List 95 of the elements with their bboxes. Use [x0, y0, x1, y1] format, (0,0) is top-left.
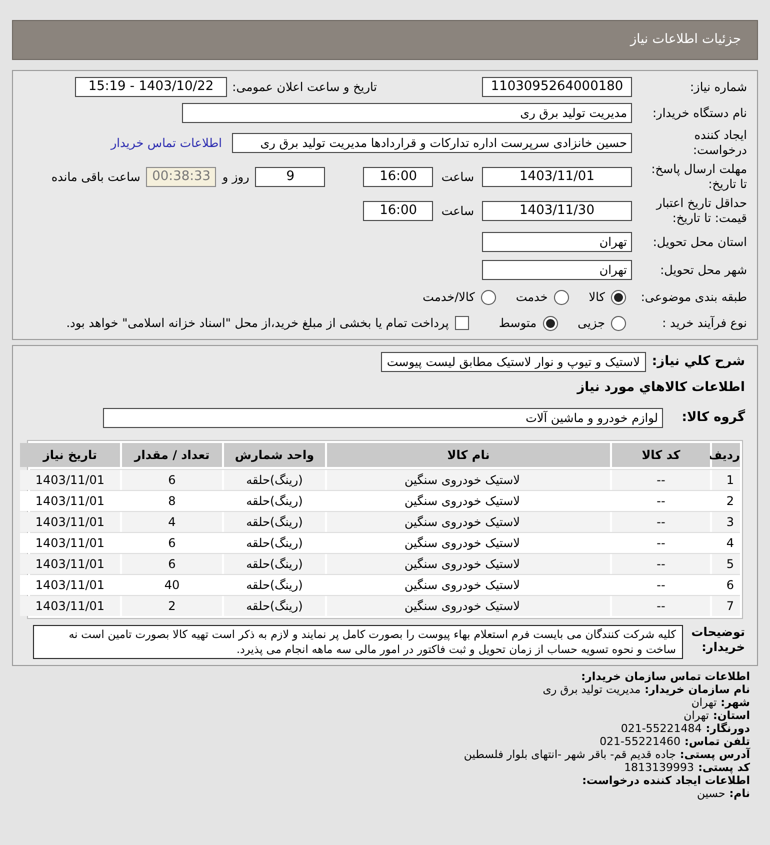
notes-box: کلیه شرکت کنندگان می بایست فرم استعلام بهاء پیوست را بصورت کامل پر نمایند و لازم به ذکر است تهیه کالا بصورت تامین است نه ساخت و نحوه تسویه حساب از زمان تحویل و ثبت فاکتور در امور مالی سه ماهه انجام می پذیرد.	[33, 624, 683, 658]
table-cell: 3	[712, 512, 740, 532]
table-cell: 2	[122, 596, 222, 616]
text-field[interactable]: لاستیک و تیوپ و نوار لاستیک مطابق لیست پیوست	[380, 352, 646, 372]
option-label: کالا	[588, 289, 605, 306]
field-label: تلفن تماس:	[684, 734, 750, 748]
option-label: متوسط	[498, 315, 537, 332]
text-field[interactable]: لوازم خودرو و ماشین آلات	[103, 408, 663, 428]
field-label: ساعت	[441, 203, 474, 220]
field-label: تاریخ و ساعت اعلان عمومی:	[231, 80, 377, 94]
table-cell: (رینگ)حلقه	[224, 554, 325, 574]
field-label: حداقل تاریخ اعتبار قیمت: تا تاریخ:	[654, 196, 747, 226]
table-cell: 5	[712, 554, 740, 574]
table-cell: (رینگ)حلقه	[224, 596, 325, 616]
field-label: شهر محل تحویل:	[659, 262, 747, 278]
column-header: کد کالا	[612, 442, 710, 466]
table-cell: (رینگ)حلقه	[224, 470, 325, 490]
table-cell: 1	[712, 470, 740, 490]
text-field[interactable]: مدیریت تولید برق ری	[182, 103, 632, 123]
field-label: مهلت ارسال پاسخ: تا تاریخ:	[650, 162, 747, 192]
column-header: تاریخ نیاز	[20, 442, 120, 466]
table-cell: --	[612, 470, 710, 490]
field-value: تهران	[691, 696, 717, 708]
checkbox[interactable]	[454, 316, 469, 330]
table-cell: 6	[122, 470, 222, 490]
field-label: دورنگار:	[706, 722, 750, 734]
field-label: طبقه بندی موضوعی:	[640, 290, 747, 304]
option-label: جزیی	[578, 315, 605, 332]
table-cell: 6	[122, 554, 222, 574]
table-cell: 1403/11/01	[20, 512, 120, 532]
table-cell: --	[612, 512, 710, 532]
field-label: شرح کلي نياز:	[652, 353, 745, 372]
field-value: تهران	[684, 708, 709, 722]
text-field[interactable]: 16:00	[363, 201, 434, 221]
radio-button[interactable]	[554, 290, 569, 304]
text-field[interactable]: 1103095264000180	[482, 77, 632, 97]
table-cell: --	[612, 596, 710, 616]
section-title: اطلاعات کالاهاي مورد نياز	[576, 379, 745, 397]
field-label: شهر:	[720, 696, 750, 708]
field-label: نام:	[729, 786, 750, 800]
text-field[interactable]: 1403/10/22 - 15:19	[75, 77, 227, 97]
field-label: روز و	[222, 169, 250, 186]
table-cell: لاستیک خودروی سنگین	[327, 512, 610, 532]
table-cell: لاستیک خودروی سنگین	[327, 596, 610, 616]
field-label: استان محل تحویل:	[652, 234, 747, 250]
field-label: ایجاد کننده درخواست:	[692, 128, 747, 158]
table-cell: لاستیک خودروی سنگین	[327, 470, 610, 490]
field-label: ساعت	[441, 169, 474, 186]
table-cell: --	[612, 554, 710, 574]
checkbox-label: پرداخت تمام یا بخشی از مبلغ خرید،از محل "اسناد خزانه اسلامی" خواهد بود.	[66, 315, 449, 332]
field-value: جاده قدیم قم- باقر شهر -انتهای بلوار فلسطین	[464, 748, 676, 760]
text-field[interactable]: تهران	[482, 232, 632, 252]
table-cell: (رینگ)حلقه	[224, 512, 325, 532]
field-value: 021-55221460	[600, 734, 681, 748]
column-header: واحد شمارش	[224, 442, 325, 466]
field-label: نوع فرآیند خرید :	[661, 316, 747, 330]
table-cell: 1403/11/01	[20, 596, 120, 616]
field-value: 1813139993	[624, 760, 694, 774]
table-cell: 1403/11/01	[20, 470, 120, 490]
option-label: کالا/خدمت	[422, 289, 475, 306]
text-field[interactable]: حسین خانزادی سرپرست اداره تدارکات و قراردادها مدیریت تولید برق ری	[232, 133, 632, 153]
field-value: 021-55221484	[620, 722, 702, 734]
text-field[interactable]: تهران	[482, 260, 632, 280]
field-label: آدرس پستی:	[680, 748, 750, 760]
text-field[interactable]: 1403/11/30	[482, 201, 632, 221]
text-field[interactable]: 1403/11/01	[482, 167, 632, 187]
radio-button[interactable]	[480, 290, 496, 304]
contact-link[interactable]: اطلاعات تماس خریدار	[110, 134, 222, 152]
section-title: اطلاعات تماس سازمان خریدار:	[580, 670, 750, 682]
field-value: حسین	[696, 786, 726, 800]
field-label: شماره نیاز:	[689, 80, 747, 94]
table-cell: 4	[122, 512, 222, 532]
field-label: ساعت باقی مانده	[51, 169, 140, 186]
column-header: نام کالا	[327, 442, 610, 466]
section-title: اطلاعات ایجاد کننده درخواست:	[581, 774, 750, 786]
field-label: استان:	[713, 708, 750, 722]
table-cell: 7	[712, 596, 740, 616]
table-cell: لاستیک خودروی سنگین	[327, 554, 610, 574]
countdown-field: 00:38:33	[146, 167, 216, 187]
radio-button[interactable]	[611, 316, 626, 330]
header-title: جزئیات اطلاعات نیاز	[630, 31, 741, 50]
column-header: تعداد / مقدار	[122, 442, 222, 466]
field-label: نام دستگاه خریدار:	[652, 106, 747, 120]
field-label: گروه کالا:	[680, 408, 745, 427]
field-label: توضیحات خریدار:	[690, 624, 745, 654]
text-field[interactable]: 9	[255, 167, 326, 187]
field-value: مدیریت تولید برق ری	[542, 682, 641, 696]
field-label: نام سازمان خریدار:	[644, 682, 750, 696]
radio-button[interactable]	[611, 290, 626, 304]
text-field[interactable]: 16:00	[363, 167, 434, 187]
radio-button[interactable]	[542, 316, 558, 330]
table-cell: 1403/11/01	[20, 554, 120, 574]
option-label: خدمت	[516, 289, 548, 306]
field-label: کد پستی:	[698, 760, 750, 774]
column-header: ردیف	[712, 442, 740, 466]
